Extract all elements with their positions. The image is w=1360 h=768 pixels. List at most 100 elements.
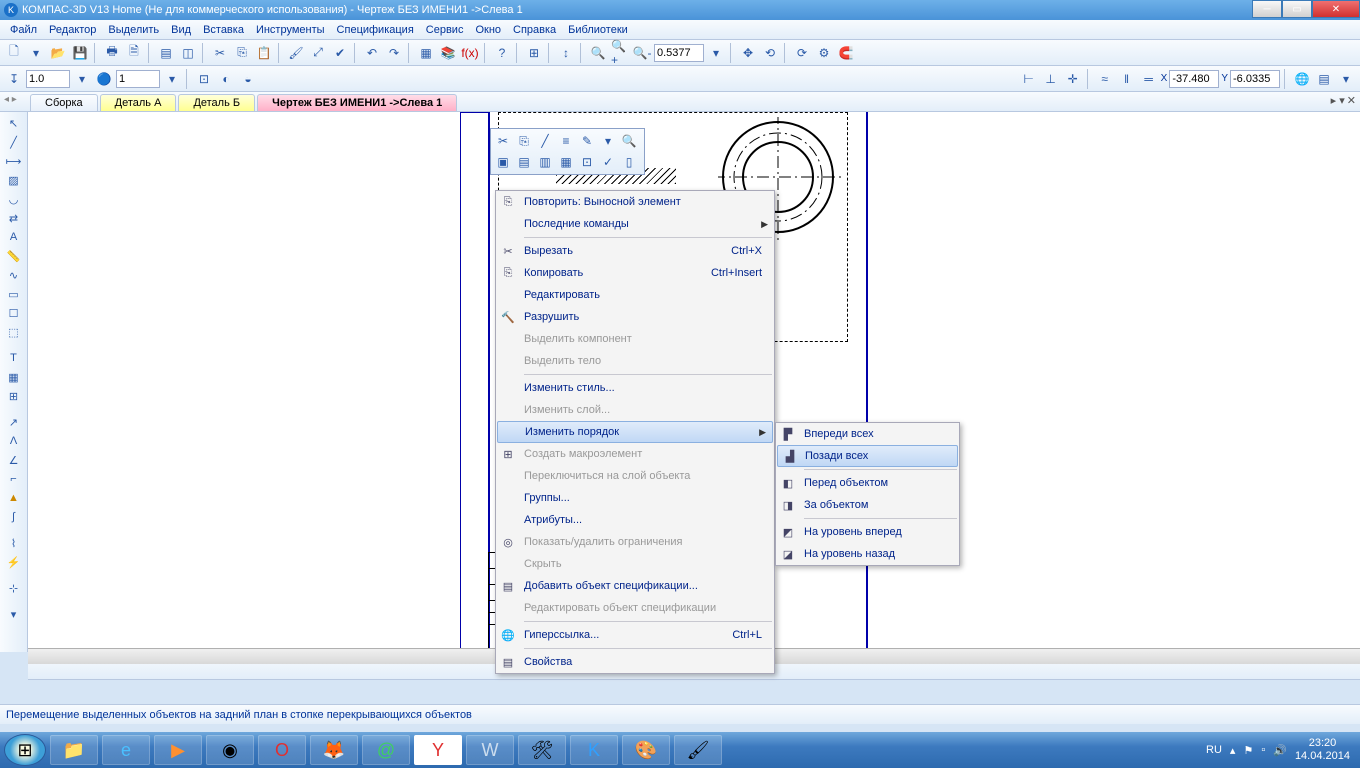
ft-b2-icon[interactable]: ▤ <box>514 152 534 172</box>
tool-pointer[interactable]: ↖ <box>4 114 24 132</box>
task-paint[interactable]: 🎨 <box>622 735 670 765</box>
manager-button[interactable]: ▦ <box>416 43 436 63</box>
state-input[interactable] <box>116 70 160 88</box>
help-button[interactable]: ? <box>492 43 512 63</box>
copy-button[interactable]: ⎘ <box>232 43 252 63</box>
brush-button[interactable]: 🖌 <box>286 43 306 63</box>
state-dropdown[interactable]: ▾ <box>162 69 182 89</box>
settings-button[interactable]: ⚙ <box>814 43 834 63</box>
coord-x-input[interactable] <box>1169 70 1219 88</box>
task-app1[interactable]: 🛠 <box>518 735 566 765</box>
menu-file[interactable]: Файл <box>4 22 43 38</box>
step-dropdown[interactable]: ▾ <box>72 69 92 89</box>
lock-x-button[interactable]: ‖ <box>1117 69 1137 89</box>
tool-sheet[interactable]: ☐ <box>4 304 24 322</box>
tool-surf[interactable]: ⌇ <box>4 534 24 552</box>
library-button[interactable]: 📚 <box>438 43 458 63</box>
minimize-button[interactable]: ─ <box>1252 0 1282 18</box>
task-wmp[interactable]: ▶ <box>154 735 202 765</box>
tool-view[interactable]: ⬚ <box>4 323 24 341</box>
snap1-button[interactable]: ⊡ <box>194 69 214 89</box>
zoom-input[interactable] <box>654 44 704 62</box>
lock-y-button[interactable]: ═ <box>1139 69 1159 89</box>
preview-button[interactable]: 🗎 <box>124 43 144 63</box>
floating-toolbar[interactable]: ✂ ⎘ ╱ ≡ ✎ ▾ 🔍 ▣ ▤ ▥ ▦ ⊡ ✓ ▯ <box>490 128 645 175</box>
tool-chamf[interactable]: ⌐ <box>4 470 24 488</box>
tabs-nav[interactable]: ◂ ▸ <box>4 94 17 105</box>
ft-cut-icon[interactable]: ✂ <box>493 131 513 151</box>
sub-before-obj[interactable]: ◧Перед объектом <box>776 472 959 494</box>
ortho-x-button[interactable]: ⊢ <box>1019 69 1039 89</box>
start-button[interactable]: ⊞ <box>4 734 46 766</box>
tool-measure[interactable]: 📏 <box>4 247 24 265</box>
task-paint2[interactable]: 🖌 <box>674 735 722 765</box>
menu-spec[interactable]: Спецификация <box>331 22 420 38</box>
sub-front-all[interactable]: ▛Впереди всех <box>776 423 959 445</box>
ft-b6-icon[interactable]: ✓ <box>598 152 618 172</box>
ft-layer-icon[interactable]: ≡ <box>556 131 576 151</box>
task-ie[interactable]: e <box>102 735 150 765</box>
ft-style-icon[interactable]: ╱ <box>535 131 555 151</box>
ctx-edit[interactable]: Редактировать <box>496 284 774 306</box>
tray-flag-icon[interactable]: ⚑ <box>1243 744 1253 757</box>
tool-bolt[interactable]: ⚡ <box>4 553 24 571</box>
tool-axis[interactable]: ⊹ <box>4 579 24 597</box>
task-arobas[interactable]: @ <box>362 735 410 765</box>
open-button[interactable]: 📂 <box>48 43 68 63</box>
snap2-button[interactable]: ◐ <box>216 69 236 89</box>
tool-arrow[interactable]: ↗ <box>4 413 24 431</box>
tab-part-b[interactable]: Деталь Б <box>178 94 255 111</box>
tool-dropdown[interactable]: ▾ <box>4 605 24 623</box>
tool-table[interactable]: ▦ <box>4 368 24 386</box>
ft-b4-icon[interactable]: ▦ <box>556 152 576 172</box>
menu-tools[interactable]: Инструменты <box>250 22 331 38</box>
tool-t[interactable]: T <box>4 349 24 367</box>
task-explorer[interactable]: 📁 <box>50 735 98 765</box>
step-button[interactable]: ↧ <box>4 69 24 89</box>
task-word[interactable]: W <box>466 735 514 765</box>
tray-lang[interactable]: RU <box>1206 744 1222 756</box>
task-kompas[interactable]: K <box>570 735 618 765</box>
tab-drawing[interactable]: Чертеж БЕЗ ИМЕНИ1 ->Слева 1 <box>257 94 457 111</box>
undo-button[interactable]: ↶ <box>362 43 382 63</box>
ft-b3-icon[interactable]: ▥ <box>535 152 555 172</box>
eyedrop-button[interactable]: ⤢ <box>308 43 328 63</box>
sub-back-all[interactable]: ▟Позади всех <box>777 445 958 467</box>
menu-insert[interactable]: Вставка <box>197 22 250 38</box>
print-button[interactable]: 🖶 <box>102 43 122 63</box>
tool-arc[interactable]: ◡ <box>4 190 24 208</box>
tool-param[interactable]: ∿ <box>4 266 24 284</box>
ft-b7-icon[interactable]: ▯ <box>619 152 639 172</box>
tool-text[interactable]: A <box>4 228 24 246</box>
tb-globe-button[interactable]: 🌐 <box>1292 69 1312 89</box>
properties-button[interactable]: ▤ <box>156 43 176 63</box>
tray-arrow-icon[interactable]: ▴ <box>1230 744 1236 757</box>
maximize-button[interactable]: ▭ <box>1282 0 1312 18</box>
task-yandex[interactable]: Y <box>414 735 462 765</box>
ft-edit-icon[interactable]: ✎ <box>577 131 597 151</box>
magnet-button[interactable]: 🧲 <box>836 43 856 63</box>
ctx-properties[interactable]: ▤Свойства <box>496 651 774 673</box>
tool-spec[interactable]: ⊞ <box>4 387 24 405</box>
tool-box[interactable]: ▭ <box>4 285 24 303</box>
coord-y-input[interactable] <box>1230 70 1280 88</box>
menu-libraries[interactable]: Библиотеки <box>562 22 634 38</box>
tabs-close[interactable]: ✕ <box>1347 94 1356 107</box>
menu-select[interactable]: Выделить <box>102 22 165 38</box>
task-chrome[interactable]: ◉ <box>206 735 254 765</box>
ft-copy-icon[interactable]: ⎘ <box>514 131 534 151</box>
check-button[interactable]: ✔ <box>330 43 350 63</box>
tab-part-a[interactable]: Деталь А <box>100 94 177 111</box>
sub-after-obj[interactable]: ◨За объектом <box>776 494 959 516</box>
menu-help[interactable]: Справка <box>507 22 562 38</box>
tool-curve[interactable]: ∫ <box>4 508 24 526</box>
ortho-y-button[interactable]: ⊥ <box>1041 69 1061 89</box>
tray-action-icon[interactable]: ▫ <box>1261 744 1265 756</box>
snap3-button[interactable]: ◒ <box>238 69 258 89</box>
ft-drop-icon[interactable]: ▾ <box>598 131 618 151</box>
ft-zoom-icon[interactable]: 🔍 <box>619 131 639 151</box>
task-firefox[interactable]: 🦊 <box>310 735 358 765</box>
grid-button[interactable]: ⊞ <box>524 43 544 63</box>
ctx-attrs[interactable]: Атрибуты... <box>496 509 774 531</box>
save-button[interactable]: 💾 <box>70 43 90 63</box>
